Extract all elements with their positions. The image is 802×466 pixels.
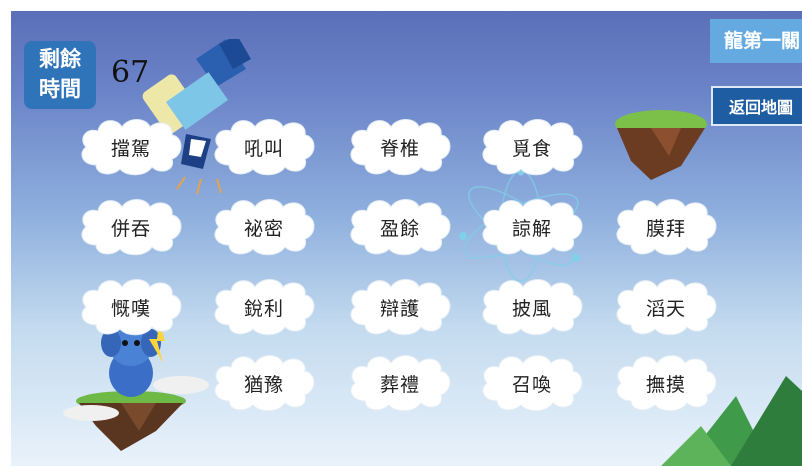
- floating-island-icon: [615, 110, 707, 180]
- word-card[interactable]: 脊椎: [345, 115, 455, 179]
- word-card-text: 披風: [511, 297, 552, 320]
- word-card[interactable]: 猶豫: [209, 351, 319, 415]
- word-card[interactable]: 銳利: [209, 275, 319, 339]
- word-card[interactable]: 祕密: [209, 195, 319, 259]
- word-card-text: 盈餘: [379, 217, 420, 240]
- word-card[interactable]: 披風: [477, 275, 587, 339]
- word-card-text: 葬禮: [379, 373, 420, 396]
- word-card-text: 祕密: [243, 217, 284, 240]
- word-card-text: 撫摸: [645, 373, 686, 396]
- word-card-text: 膜拜: [645, 217, 686, 240]
- word-card-text: 諒解: [511, 217, 552, 240]
- word-card-text: 慨嘆: [110, 297, 151, 320]
- back-to-map-button[interactable]: 返回地圖: [711, 86, 802, 126]
- word-card-text: 覓食: [511, 137, 552, 160]
- timer-label: 剩餘 時間: [24, 41, 96, 109]
- word-card-text: 召喚: [511, 373, 552, 396]
- word-card-text: 猶豫: [243, 373, 284, 396]
- word-card-text: 併吞: [110, 217, 151, 240]
- word-card-text: 脊椎: [379, 137, 420, 160]
- timer-label-line1: 剩餘: [39, 47, 81, 71]
- game-scene: 剩餘 時間 67 龍第一關 返回地圖 擋駕 吼叫 脊椎 覓食併吞 祕密 盈餘 諒解 膜拜慨嘆 銳…: [11, 11, 802, 466]
- word-card[interactable]: 撫摸: [611, 351, 721, 415]
- timer-value: 67: [111, 55, 150, 90]
- timer-label-line2: 時間: [39, 77, 81, 101]
- word-card-text: 辯護: [379, 297, 420, 320]
- word-card[interactable]: 辯護: [345, 275, 455, 339]
- word-card[interactable]: 慨嘆: [76, 275, 186, 339]
- word-card[interactable]: 膜拜: [611, 195, 721, 259]
- word-card-text: 擋駕: [110, 137, 151, 160]
- word-card[interactable]: 滔天: [611, 275, 721, 339]
- game-screen: 剩餘 時間 67 龍第一關 返回地圖 擋駕 吼叫 脊椎 覓食併吞 祕密 盈餘 諒解 膜拜慨嘆 銳…: [0, 0, 802, 466]
- word-card[interactable]: 諒解: [477, 195, 587, 259]
- word-card[interactable]: 擋駕: [76, 115, 186, 179]
- level-tab[interactable]: 龍第一關: [710, 19, 802, 63]
- word-card-text: 銳利: [243, 297, 284, 320]
- word-card[interactable]: 併吞: [76, 195, 186, 259]
- word-card[interactable]: 召喚: [477, 351, 587, 415]
- word-card[interactable]: 葬禮: [345, 351, 455, 415]
- word-card-text: 吼叫: [243, 137, 284, 160]
- word-card[interactable]: 盈餘: [345, 195, 455, 259]
- word-card[interactable]: 覓食: [477, 115, 587, 179]
- word-card-text: 滔天: [645, 297, 686, 320]
- word-card[interactable]: 吼叫: [209, 115, 319, 179]
